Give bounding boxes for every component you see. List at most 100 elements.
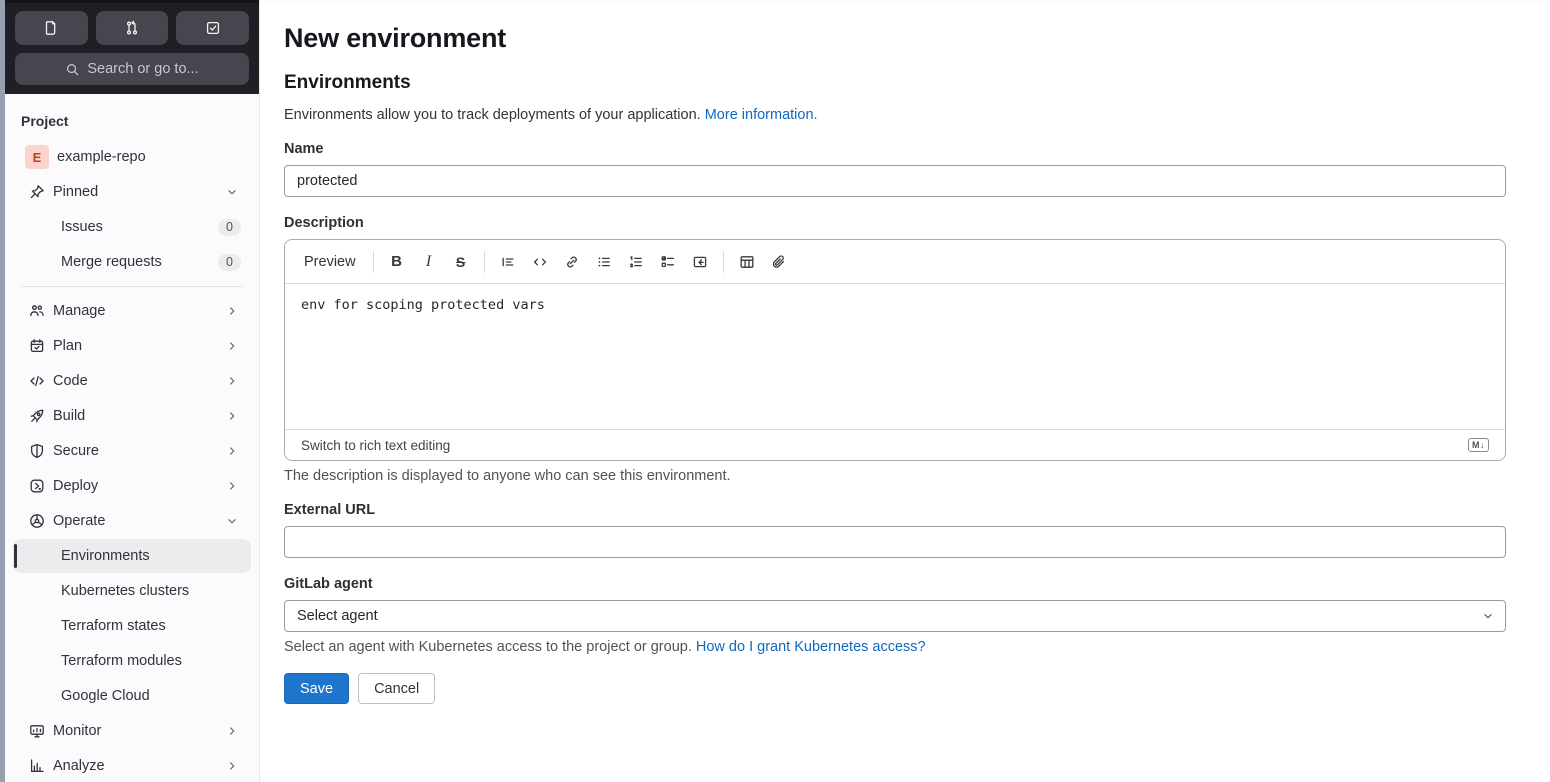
- sidebar-item-manage[interactable]: Manage: [13, 294, 251, 328]
- code-icon[interactable]: [525, 247, 555, 277]
- sidebar-item-environments[interactable]: Environments: [13, 539, 251, 573]
- sidebar-item-terraform-modules[interactable]: Terraform modules: [13, 644, 251, 678]
- chevron-down-icon: [225, 185, 239, 199]
- toolbar-divider: [372, 250, 374, 273]
- name-input[interactable]: [284, 165, 1506, 197]
- sidebar: Search or go to... Project E example-rep…: [5, 0, 260, 782]
- shield-icon: [29, 443, 45, 459]
- merge-requests-count-badge: 0: [218, 253, 241, 271]
- sidebar-item-secure[interactable]: Secure: [13, 434, 251, 468]
- attach-file-icon[interactable]: [764, 247, 794, 277]
- issues-shortcut-button[interactable]: [15, 11, 88, 45]
- description-label: Description: [284, 215, 364, 231]
- task-list-icon[interactable]: [653, 247, 683, 277]
- table-icon[interactable]: [732, 247, 762, 277]
- sidebar-item-label: Pinned: [53, 184, 99, 200]
- markdown-icon: M↓: [1468, 438, 1489, 452]
- save-button[interactable]: Save: [284, 673, 350, 704]
- sidebar-item-issues[interactable]: Issues 0: [13, 210, 251, 244]
- sidebar-dark-header: Search or go to...: [5, 0, 259, 94]
- issues-icon: [43, 20, 59, 36]
- chevron-right-icon: [225, 409, 239, 423]
- pod-icon: [29, 513, 45, 529]
- external-url-input[interactable]: [284, 526, 1506, 558]
- link-icon[interactable]: [557, 247, 587, 277]
- project-avatar: E: [25, 145, 49, 169]
- chevron-right-icon: [225, 724, 239, 738]
- merge-requests-icon: [124, 20, 140, 36]
- sidebar-divider: [21, 286, 243, 287]
- cancel-button[interactable]: Cancel: [358, 673, 436, 704]
- issues-count-badge: 0: [218, 218, 241, 236]
- intro-text: Environments allow you to track deployme…: [284, 107, 818, 123]
- gitlab-agent-label: GitLab agent: [284, 576, 373, 592]
- sidebar-item-monitor[interactable]: Monitor: [13, 714, 251, 748]
- strikethrough-icon[interactable]: S: [446, 247, 476, 277]
- sidebar-section-label: Project: [21, 113, 69, 129]
- page-title: New environment: [284, 23, 507, 53]
- sidebar-item-google-cloud[interactable]: Google Cloud: [13, 679, 251, 713]
- sidebar-item-merge-requests[interactable]: Merge requests 0: [13, 245, 251, 279]
- sidebar-item-analyze[interactable]: Analyze: [13, 749, 251, 782]
- chevron-down-icon: [225, 514, 239, 528]
- editor-footer: Switch to rich text editing M↓: [285, 429, 1505, 460]
- search-icon: [65, 62, 80, 77]
- chevron-right-icon: [225, 479, 239, 493]
- quote-icon[interactable]: [493, 247, 523, 277]
- sidebar-item-project[interactable]: E example-repo: [13, 140, 251, 174]
- editor-toolbar: Preview B I S: [285, 240, 1505, 284]
- kubernetes-access-link[interactable]: How do I grant Kubernetes access?: [696, 639, 926, 655]
- form-actions: Save Cancel: [284, 673, 1506, 704]
- users-icon: [29, 303, 45, 319]
- search-label: Search or go to...: [87, 61, 199, 77]
- toolbar-divider: [722, 250, 724, 273]
- italic-icon[interactable]: I: [414, 247, 444, 277]
- merge-requests-shortcut-button[interactable]: [95, 11, 169, 45]
- numbered-list-icon[interactable]: [621, 247, 651, 277]
- name-label: Name: [284, 141, 324, 157]
- main-content: New environment Environments Environment…: [260, 0, 1550, 782]
- environments-section-title: Environments: [284, 72, 411, 93]
- chart-icon: [29, 758, 45, 774]
- bullet-list-icon[interactable]: [589, 247, 619, 277]
- description-textarea[interactable]: env for scoping protected vars: [301, 297, 1489, 416]
- calendar-icon: [29, 338, 45, 354]
- todo-list-shortcut-button[interactable]: [176, 11, 250, 45]
- chevron-right-icon: [225, 339, 239, 353]
- todo-list-icon: [205, 20, 221, 36]
- chevron-right-icon: [225, 444, 239, 458]
- deploy-icon: [29, 478, 45, 494]
- code-icon: [29, 373, 45, 389]
- preview-tab[interactable]: Preview: [294, 248, 366, 276]
- chevron-down-icon: [1481, 609, 1495, 623]
- chevron-right-icon: [225, 374, 239, 388]
- sidebar-item-kubernetes-clusters[interactable]: Kubernetes clusters: [13, 574, 251, 608]
- toolbar-divider: [483, 250, 485, 273]
- project-name: example-repo: [57, 149, 146, 165]
- monitor-icon: [29, 723, 45, 739]
- editor-body: env for scoping protected vars: [285, 284, 1505, 429]
- sidebar-nav: Project E example-repo Pinned Issues 0 M…: [5, 94, 259, 782]
- rocket-icon: [29, 408, 45, 424]
- external-url-label: External URL: [284, 502, 376, 518]
- description-help-text: The description is displayed to anyone w…: [284, 468, 731, 484]
- more-information-link[interactable]: More information.: [705, 107, 818, 123]
- gitlab-agent-select[interactable]: Select agent: [284, 600, 1506, 632]
- selected-agent-value: Select agent: [297, 608, 378, 624]
- sidebar-item-pinned[interactable]: Pinned: [13, 175, 251, 209]
- chevron-right-icon: [225, 759, 239, 773]
- sidebar-item-plan[interactable]: Plan: [13, 329, 251, 363]
- sidebar-item-build[interactable]: Build: [13, 399, 251, 433]
- pin-icon: [29, 184, 45, 200]
- sidebar-item-terraform-states[interactable]: Terraform states: [13, 609, 251, 643]
- switch-rich-text-button[interactable]: Switch to rich text editing: [301, 438, 450, 453]
- sidebar-item-operate[interactable]: Operate: [13, 504, 251, 538]
- sidebar-item-code[interactable]: Code: [13, 364, 251, 398]
- chevron-right-icon: [225, 304, 239, 318]
- collapsible-section-icon[interactable]: [685, 247, 715, 277]
- sidebar-item-deploy[interactable]: Deploy: [13, 469, 251, 503]
- agent-help-text: Select an agent with Kubernetes access t…: [284, 639, 926, 655]
- markdown-editor: Preview B I S env for scoping protected …: [284, 239, 1506, 461]
- search-input[interactable]: Search or go to...: [15, 53, 249, 85]
- bold-icon[interactable]: B: [382, 247, 412, 277]
